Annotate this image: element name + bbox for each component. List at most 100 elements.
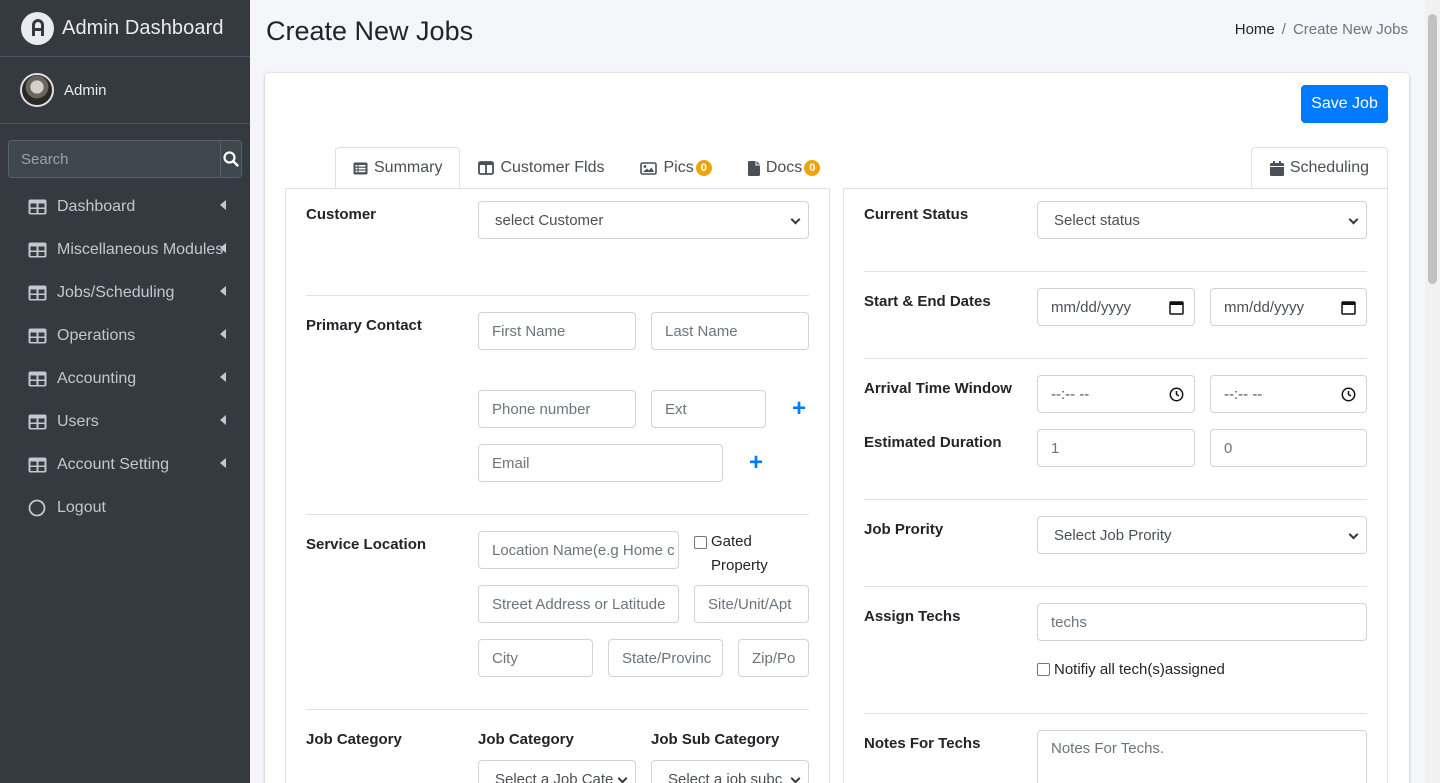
sidebar-search <box>8 140 242 178</box>
clock-icon[interactable] <box>1169 387 1184 402</box>
dates-label: Start & End Dates <box>864 293 991 310</box>
breadcrumb: Home / Create New Jobs <box>1235 21 1408 38</box>
start-date-value: mm/dd/yyyy <box>1051 298 1132 316</box>
divider <box>864 713 1367 714</box>
search-button[interactable] <box>220 140 242 178</box>
notes-for-techs-textarea[interactable]: Notes For Techs. <box>1037 730 1367 783</box>
location-name-field[interactable]: Location Name(e.g Home c <box>478 531 679 569</box>
job-priority-select-value: Select Job Prority <box>1054 526 1172 544</box>
start-date-field[interactable]: mm/dd/yyyy <box>1037 288 1195 326</box>
checkbox[interactable] <box>1037 663 1050 676</box>
job-category-label: Job Category <box>306 731 402 748</box>
job-priority-label: Job Prority <box>864 521 944 538</box>
arrival-end-value: --:-- -- <box>1224 385 1263 403</box>
breadcrumb-home[interactable]: Home <box>1235 21 1275 38</box>
state-field[interactable]: State/Provinc <box>608 639 723 677</box>
tab-customer-flds[interactable]: Customer Flds <box>460 147 622 189</box>
divider <box>306 514 809 515</box>
tab-docs[interactable]: Docs 0 <box>730 147 839 189</box>
job-category-select[interactable]: Select a Job Cate <box>478 760 636 783</box>
job-priority-select[interactable]: Select Job Prority <box>1037 516 1367 554</box>
duration-hours-field[interactable]: 1 <box>1037 429 1195 467</box>
user-panel[interactable]: Admin <box>0 57 250 124</box>
add-phone-button[interactable]: + <box>792 397 806 421</box>
summary-right-panel: Current Status Select status Start & End… <box>843 188 1388 783</box>
end-date-value: mm/dd/yyyy <box>1224 298 1305 316</box>
tab-label: Customer Flds <box>500 159 605 176</box>
brand[interactable]: Admin Dashboard <box>0 0 250 57</box>
arrival-window-label: Arrival Time Window <box>864 380 1012 397</box>
table-icon <box>28 328 47 344</box>
circle-icon <box>28 499 47 516</box>
duration-minutes-field[interactable]: 0 <box>1210 429 1367 467</box>
site-unit-field[interactable]: Site/Unit/Apt <box>694 585 809 623</box>
sidebar-item-dashboard[interactable]: Dashboard <box>8 185 242 228</box>
table-icon <box>28 242 47 258</box>
sidebar-item-miscellaneous-modules[interactable]: Miscellaneous Modules <box>8 228 242 271</box>
phone-field[interactable]: Phone number <box>478 390 636 428</box>
checkbox[interactable] <box>694 536 707 549</box>
user-name[interactable]: Admin <box>64 82 107 99</box>
divider <box>864 358 1367 359</box>
tab-label: Docs <box>765 159 803 176</box>
city-field[interactable]: City <box>478 639 593 677</box>
notes-for-techs-label: Notes For Techs <box>864 735 981 752</box>
table-icon <box>28 414 47 430</box>
zip-field[interactable]: Zip/Po <box>738 639 809 677</box>
sidebar-item-label: Logout <box>57 498 106 516</box>
image-icon <box>640 161 658 175</box>
sidebar-item-accounting[interactable]: Accounting <box>8 357 242 400</box>
tab-pics[interactable]: Pics 0 <box>622 147 729 189</box>
divider <box>864 586 1367 587</box>
sidebar-item-account-setting[interactable]: Account Setting <box>8 443 242 486</box>
first-name-field[interactable]: First Name <box>478 312 636 350</box>
arrival-start-time-field[interactable]: --:-- -- <box>1037 375 1195 413</box>
clock-icon[interactable] <box>1341 387 1356 402</box>
chevron-left-icon <box>220 243 226 253</box>
search-input[interactable] <box>8 140 220 178</box>
search-icon <box>223 151 239 167</box>
sidebar-item-logout[interactable]: Logout <box>8 486 242 529</box>
calendar-icon[interactable] <box>1341 300 1356 315</box>
tab-label: Scheduling <box>1289 159 1369 176</box>
sidebar: Admin Dashboard Admin Dashboard Miscella… <box>0 0 250 783</box>
assign-techs-label: Assign Techs <box>864 608 961 625</box>
street-address-field[interactable]: Street Address or Latitude <box>478 585 679 623</box>
arrival-end-time-field[interactable]: --:-- -- <box>1210 375 1367 413</box>
customer-label: Customer <box>306 206 377 223</box>
job-sub-category-select[interactable]: Select a job subc <box>651 760 809 783</box>
divider <box>864 271 1367 272</box>
tab-summary[interactable]: Summary <box>335 147 461 189</box>
tab-scheduling[interactable]: Scheduling <box>1250 147 1388 189</box>
divider <box>864 499 1367 500</box>
sidebar-item-label: Jobs/Scheduling <box>57 283 175 301</box>
notify-techs-checkbox[interactable]: Notifiy all tech(s)assigned <box>1037 661 1225 678</box>
gated-property-checkbox[interactable]: Gated Property <box>694 533 804 578</box>
pics-count-badge: 0 <box>695 160 712 176</box>
status-select[interactable]: Select status <box>1037 201 1367 239</box>
tab-label: Summary <box>374 159 443 176</box>
page-scrollbar[interactable] <box>1425 0 1440 783</box>
sidebar-item-operations[interactable]: Operations <box>8 314 242 357</box>
sidebar-item-jobs-scheduling[interactable]: Jobs/Scheduling <box>8 271 242 314</box>
tab-label: Pics <box>663 159 694 176</box>
job-category-select-value: Select a Job Cate <box>495 770 614 783</box>
techs-field[interactable]: techs <box>1037 603 1367 641</box>
breadcrumb-separator: / <box>1281 21 1286 38</box>
scrollbar-thumb[interactable] <box>1428 14 1437 284</box>
ext-field[interactable]: Ext <box>651 390 766 428</box>
job-form-card: Save Job Summary Customer Flds Pics 0 Do… <box>265 73 1409 783</box>
calendar-icon[interactable] <box>1169 300 1184 315</box>
list-alt-icon <box>353 162 368 175</box>
save-job-button[interactable]: Save Job <box>1301 85 1388 123</box>
email-field[interactable]: Email <box>478 444 723 482</box>
end-date-field[interactable]: mm/dd/yyyy <box>1210 288 1367 326</box>
chevron-down-icon <box>790 214 801 225</box>
sidebar-item-users[interactable]: Users <box>8 400 242 443</box>
gated-property-label: Gated Property <box>711 533 768 574</box>
sidebar-item-label: Account Setting <box>57 455 170 473</box>
chevron-left-icon <box>220 415 226 425</box>
add-email-button[interactable]: + <box>749 451 763 475</box>
customer-select[interactable]: select Customer <box>478 201 809 239</box>
last-name-field[interactable]: Last Name <box>651 312 809 350</box>
